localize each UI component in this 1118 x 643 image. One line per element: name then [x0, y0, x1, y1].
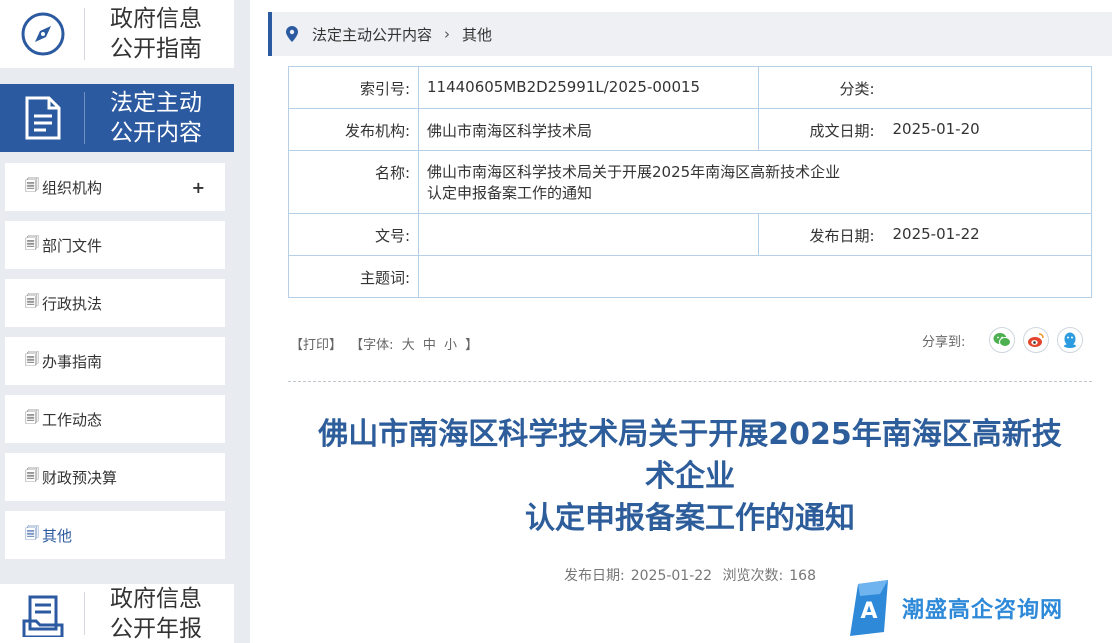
document-icon: [0, 84, 85, 152]
breadcrumb: 法定主动公开内容 › 其他: [268, 12, 1112, 56]
doc-icon: 🗐: [25, 236, 39, 252]
article-title: 佛山市南海区科学技术局关于开展2025年南海区高新技 术企业 认定申报备案工作的…: [318, 417, 1062, 536]
publisher-value: 佛山市南海区科学技术局: [418, 108, 759, 151]
category-label: 分类:: [758, 66, 889, 109]
weibo-share-icon[interactable]: [1023, 327, 1050, 353]
sidebar-item-label: 其他: [42, 526, 73, 545]
table-row: 文号: 发布日期: 2025-01-22: [288, 213, 1092, 256]
category-value: [888, 66, 1092, 109]
sidebar-item-label: 办事指南: [42, 352, 103, 371]
qq-share-icon[interactable]: [1057, 327, 1084, 353]
sidebar-head-guide-title: 政府信息 公开指南: [110, 6, 202, 62]
sidebar-item-label: 行政执法: [42, 294, 103, 313]
doc-icon: 🗐: [25, 468, 39, 484]
table-row: 名称: 佛山市南海区科学技术局关于开展2025年南海区高新技术企业 认定申报备案…: [288, 150, 1092, 214]
svg-text:A: A: [860, 599, 877, 624]
doc-icon: 🗐: [25, 294, 39, 310]
table-row: 索引号: 11440605MB2D25991L/2025-00015 分类:: [288, 66, 1092, 109]
sidebar-item-law-enforcement[interactable]: 🗐 行政执法: [5, 279, 225, 327]
sidebar-item-service-guide[interactable]: 🗐 办事指南: [5, 337, 225, 385]
document-meta-table: 索引号: 11440605MB2D25991L/2025-00015 分类: 发…: [288, 66, 1092, 298]
sidebar-item-organization[interactable]: 🗐 组织机构 +: [5, 163, 225, 211]
created-date-label: 成文日期:: [758, 108, 889, 151]
font-large-button[interactable]: 大: [402, 338, 415, 353]
divider: [288, 381, 1092, 382]
sidebar-head-annual[interactable]: 政府信息 公开年报: [0, 584, 234, 643]
share-label: 分享到:: [922, 334, 966, 350]
sidebar-item-label: 组织机构: [42, 178, 103, 197]
name-value: 佛山市南海区科学技术局关于开展2025年南海区高新技术企业 认定申报备案工作的通…: [418, 150, 1092, 214]
index-value: 11440605MB2D25991L/2025-00015: [418, 66, 759, 109]
sidebar-item-department-files[interactable]: 🗐 部门文件: [5, 221, 225, 269]
sidebar-item-label: 财政预决算: [42, 468, 118, 487]
font-size-bracket: 】: [465, 338, 479, 353]
doc-icon: 🗐: [25, 352, 39, 368]
sidebar-item-work-news[interactable]: 🗐 工作动态: [5, 395, 225, 443]
views-label: 浏览次数:: [722, 568, 784, 584]
doc-icon: 🗐: [25, 178, 39, 194]
publisher-label: 发布机构:: [288, 108, 419, 151]
expand-icon[interactable]: +: [192, 178, 205, 197]
table-row: 主题词:: [288, 255, 1092, 298]
font-size-label: 【字体:: [350, 338, 394, 353]
name-label: 名称:: [288, 150, 419, 214]
font-medium-button[interactable]: 中: [423, 338, 436, 353]
wechat-share-icon[interactable]: [989, 327, 1016, 353]
pubdate-value: 2025-01-22: [888, 213, 1092, 256]
sidebar-head-active[interactable]: 法定主动 公开内容: [0, 84, 234, 152]
sidebar: 政府信息 公开指南 法定主动 公开内容 🗐 组织机构 + 🗐 部门文件 🗐 行政…: [0, 0, 250, 643]
index-label: 索引号:: [288, 66, 419, 109]
pubdate-label: 发布日期:: [564, 568, 625, 584]
article-tools: 【打印】 【字体: 大 中 小 】: [290, 334, 482, 353]
views-value: 168: [789, 568, 816, 584]
font-small-button[interactable]: 小: [444, 338, 457, 353]
sidebar-item-budget[interactable]: 🗐 财政预决算: [5, 453, 225, 501]
docno-label: 文号:: [288, 213, 419, 256]
report-icon: [0, 584, 85, 643]
table-row: 发布机构: 佛山市南海区科学技术局 成文日期: 2025-01-20: [288, 108, 1092, 151]
print-button[interactable]: 【打印】: [290, 338, 342, 353]
pubdate-value: 2025-01-22: [630, 568, 713, 584]
breadcrumb-link-level1[interactable]: 法定主动公开内容: [312, 24, 432, 45]
share-bar: 分享到:: [922, 327, 1084, 353]
sidebar-head-guide[interactable]: 政府信息 公开指南: [0, 0, 234, 68]
keyword-label: 主题词:: [288, 255, 419, 298]
breadcrumb-current[interactable]: 其他: [462, 24, 492, 45]
created-date-value: 2025-01-20: [888, 108, 1092, 151]
doc-icon: 🗐: [25, 410, 39, 426]
sidebar-head-active-title: 法定主动 公开内容: [110, 90, 202, 146]
watermark-text: 潮盛高企咨询网: [902, 597, 1064, 623]
breadcrumb-separator-icon: ›: [444, 25, 451, 43]
watermark: A 潮盛高企咨询网: [850, 580, 1063, 636]
pubdate-label: 发布日期:: [758, 213, 889, 256]
location-pin-icon: [286, 26, 298, 42]
compass-icon: [0, 0, 85, 68]
sidebar-head-annual-title: 政府信息 公开年报: [110, 585, 202, 642]
keyword-value: [418, 255, 1092, 298]
sidebar-item-label: 工作动态: [42, 410, 103, 429]
doc-icon: 🗐: [25, 526, 39, 542]
sidebar-item-label: 部门文件: [42, 236, 103, 255]
watermark-logo-icon: A: [850, 580, 888, 636]
sidebar-item-other[interactable]: 🗐 其他: [5, 511, 225, 559]
docno-value: [418, 213, 759, 256]
